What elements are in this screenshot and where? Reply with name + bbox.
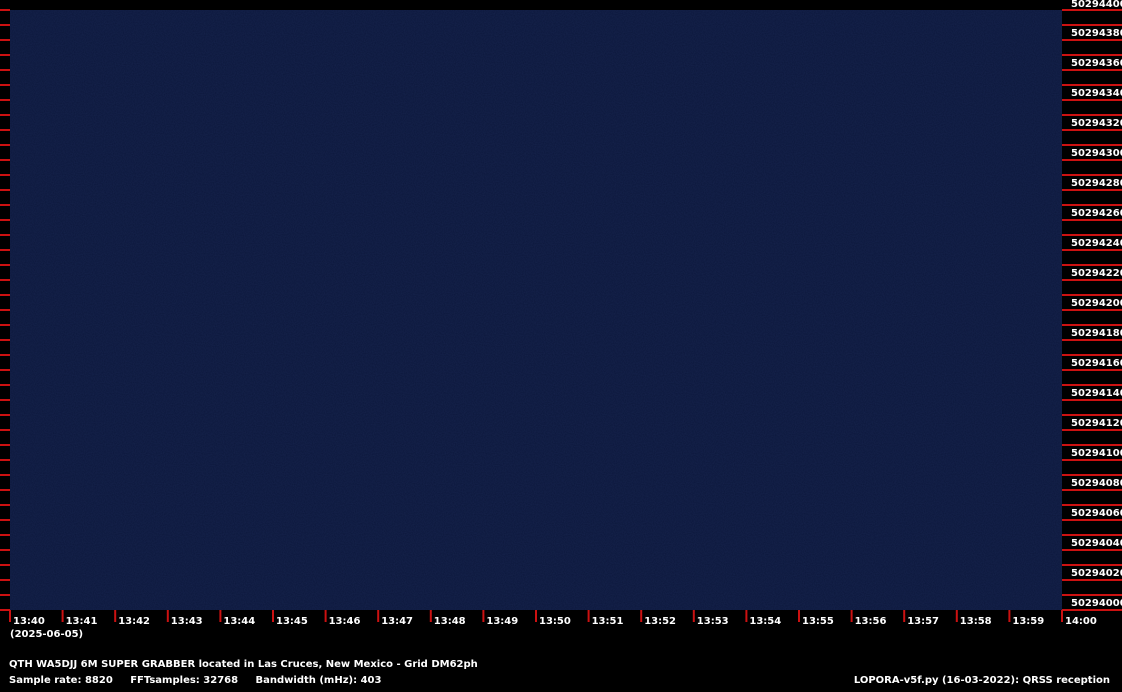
x-tick-label: 13:40 bbox=[13, 616, 45, 627]
software-version: LOPORA-v5f.py (16-03-2022): QRSS recepti… bbox=[853, 675, 1110, 686]
x-tick-label: 13:52 bbox=[644, 616, 676, 627]
bandwidth-label: Bandwidth (mHz): 403 bbox=[255, 675, 382, 686]
x-tick-label: 13:48 bbox=[434, 616, 466, 627]
y-tick-label: 50294280 bbox=[1071, 178, 1122, 189]
y-tick-label: 50294240 bbox=[1071, 238, 1122, 249]
y-tick-label: 50294180 bbox=[1071, 328, 1122, 339]
y-tick-label: 50294320 bbox=[1071, 118, 1122, 129]
x-tick-label: 13:59 bbox=[1012, 616, 1044, 627]
spectrogram-chart: 50294400 50294380 50294360 50294340 50294320… bbox=[0, 0, 1122, 692]
station-description: QTH WA5DJJ 6M SUPER GRABBER located in L… bbox=[9, 659, 478, 670]
y-tick-label: 50294300 bbox=[1071, 148, 1122, 159]
y-tick-label: 50294100 bbox=[1071, 448, 1122, 459]
y-tick-label: 50294060 bbox=[1071, 508, 1122, 519]
x-tick-label: 13:43 bbox=[171, 616, 203, 627]
x-tick-label: 13:41 bbox=[66, 616, 98, 627]
y-tick-label: 50294380 bbox=[1071, 28, 1122, 39]
sample-rate-label: Sample rate: 8820 bbox=[9, 675, 113, 686]
date-label: (2025-06-05) bbox=[10, 629, 83, 640]
x-tick-label: 13:49 bbox=[486, 616, 518, 627]
y-tick-label: 50294200 bbox=[1071, 298, 1122, 309]
x-tick-label: 13:53 bbox=[697, 616, 729, 627]
fft-samples-label: FFTsamples: 32768 bbox=[130, 675, 239, 686]
x-tick-label: 13:45 bbox=[276, 616, 308, 627]
y-tick-label: 50294040 bbox=[1071, 538, 1122, 549]
y-tick-label: 50294260 bbox=[1071, 208, 1122, 219]
x-tick-label: 13:57 bbox=[907, 616, 939, 627]
y-tick-label: 50294360 bbox=[1071, 58, 1122, 69]
x-tick-label: 13:47 bbox=[381, 616, 413, 627]
x-tick-label: 13:58 bbox=[960, 616, 992, 627]
x-tick-label: 13:54 bbox=[749, 616, 781, 627]
y-tick-label: 50294340 bbox=[1071, 88, 1122, 99]
spectrogram-noise-texture bbox=[10, 10, 1062, 610]
x-tick-label: 13:42 bbox=[118, 616, 150, 627]
x-tick-label: 14:00 bbox=[1065, 616, 1097, 627]
y-tick-label: 50294400 bbox=[1071, 0, 1122, 10]
y-tick-label: 50294000 bbox=[1071, 598, 1122, 609]
x-tick-label: 13:51 bbox=[592, 616, 624, 627]
y-tick-label: 50294120 bbox=[1071, 418, 1122, 429]
y-tick-label: 50294080 bbox=[1071, 478, 1122, 489]
x-tick-label: 13:44 bbox=[223, 616, 255, 627]
y-tick-label: 50294140 bbox=[1071, 388, 1122, 399]
x-tick-label: 13:46 bbox=[329, 616, 361, 627]
acquisition-params: Sample rate: 8820 FFTsamples: 32768 Band… bbox=[9, 675, 381, 687]
y-tick-label: 50294020 bbox=[1071, 568, 1122, 579]
x-tick-label: 13:56 bbox=[855, 616, 887, 627]
y-tick-label: 50294160 bbox=[1071, 358, 1122, 369]
y-tick-label: 50294220 bbox=[1071, 268, 1122, 279]
x-tick-label: 13:50 bbox=[539, 616, 571, 627]
x-tick-label: 13:55 bbox=[802, 616, 834, 627]
